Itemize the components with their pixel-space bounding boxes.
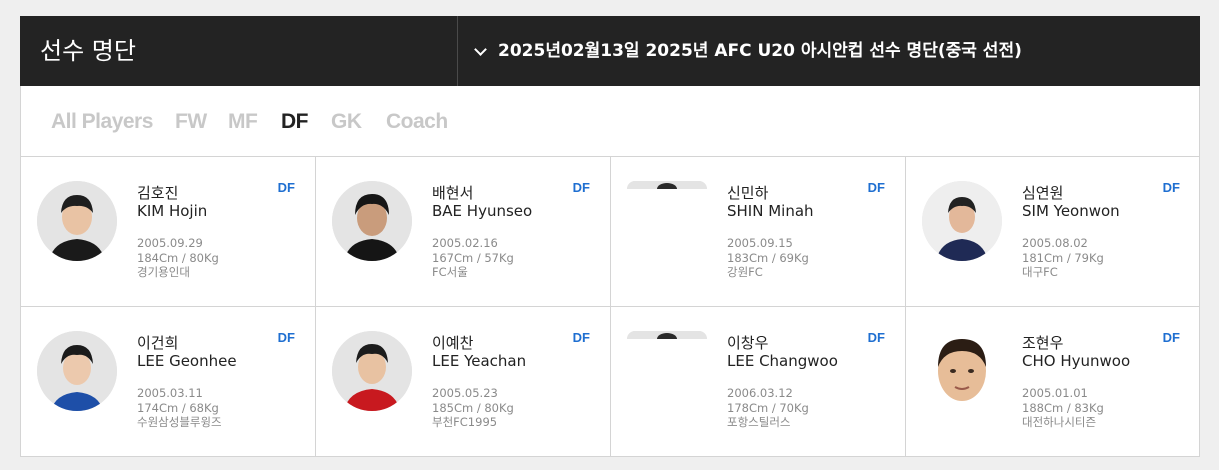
page-title: 선수 명단 xyxy=(40,37,136,65)
player-card[interactable]: DF 이창우 LEE Changwoo 2006.03.12 178Cm / 7… xyxy=(611,307,906,457)
roster-header: 선수 명단 2025년02월13일 2025년 AFC U20 아시안컵 선수 … xyxy=(20,16,1200,86)
season-select-label: 2025년02월13일 2025년 AFC U20 아시안컵 선수 명단(중국 … xyxy=(498,41,1022,61)
position-badge: DF xyxy=(277,330,295,345)
position-badge: DF xyxy=(572,180,590,195)
player-name-en: KIM Hojin xyxy=(137,202,208,220)
player-card[interactable]: DF 심연원 SIM Yeonwon 2005.08.02 181Cm / 79… xyxy=(906,157,1200,307)
player-birthdate: 2005.09.15 xyxy=(727,236,793,250)
chevron-down-icon xyxy=(474,43,487,56)
player-name-en: LEE Yeachan xyxy=(432,352,527,370)
tab-mf[interactable]: MF xyxy=(228,110,258,134)
player-team: 경기용인대 xyxy=(137,265,190,279)
player-birthdate: 2005.05.23 xyxy=(432,386,498,400)
position-badge: DF xyxy=(572,330,590,345)
player-photo xyxy=(627,181,707,189)
player-card[interactable]: DF 배현서 BAE Hyunseo 2005.02.16 167Cm / 57… xyxy=(316,157,611,307)
player-name-en: SHIN Minah xyxy=(727,202,814,220)
player-photo xyxy=(332,331,412,411)
player-grid: DF 김호진 KIM Hojin 2005.09.29 184Cm / 80Kg… xyxy=(21,157,1200,457)
player-photo xyxy=(37,181,117,261)
player-birthdate: 2005.02.16 xyxy=(432,236,498,250)
player-team: 부천FC1995 xyxy=(432,415,498,429)
player-height-weight: 174Cm / 68Kg xyxy=(137,401,219,415)
player-team: FC서울 xyxy=(432,265,468,279)
tab-all-players[interactable]: All Players xyxy=(51,110,153,134)
player-card[interactable]: DF 이예찬 LEE Yeachan 2005.05.23 185Cm / 80… xyxy=(316,307,611,457)
player-photo xyxy=(922,181,1002,261)
position-badge: DF xyxy=(1162,330,1180,345)
player-height-weight: 178Cm / 70Kg xyxy=(727,401,809,415)
position-badge: DF xyxy=(1162,180,1180,195)
player-photo xyxy=(37,331,117,411)
player-photo xyxy=(922,331,1002,411)
player-photo xyxy=(332,181,412,261)
player-height-weight: 167Cm / 57Kg xyxy=(432,251,514,265)
player-height-weight: 188Cm / 83Kg xyxy=(1022,401,1104,415)
player-name-ko: 이예찬 xyxy=(432,334,474,352)
player-name-ko: 이창우 xyxy=(727,334,769,352)
player-birthdate: 2005.09.29 xyxy=(137,236,203,250)
position-badge: DF xyxy=(867,180,885,195)
player-height-weight: 184Cm / 80Kg xyxy=(137,251,219,265)
player-photo xyxy=(627,331,707,339)
player-name-ko: 배현서 xyxy=(432,184,474,202)
player-birthdate: 2006.03.12 xyxy=(727,386,793,400)
player-card[interactable]: DF 신민하 SHIN Minah 2005.09.15 183Cm / 69K… xyxy=(611,157,906,307)
roster-panel: 선수 명단 2025년02월13일 2025년 AFC U20 아시안컵 선수 … xyxy=(20,16,1200,457)
tab-fw[interactable]: FW xyxy=(175,110,207,134)
player-team: 강원FC xyxy=(727,265,763,279)
player-name-en: BAE Hyunseo xyxy=(432,202,533,220)
player-birthdate: 2005.01.01 xyxy=(1022,386,1088,400)
tab-coach[interactable]: Coach xyxy=(386,110,448,134)
player-card[interactable]: DF 이건희 LEE Geonhee 2005.03.11 174Cm / 68… xyxy=(21,307,316,457)
player-name-en: SIM Yeonwon xyxy=(1022,202,1120,220)
position-tabs: All Players FW MF DF GK Coach xyxy=(21,86,1199,157)
player-name-ko: 조현우 xyxy=(1022,334,1064,352)
player-height-weight: 183Cm / 69Kg xyxy=(727,251,809,265)
player-name-ko: 이건희 xyxy=(137,334,179,352)
player-height-weight: 181Cm / 79Kg xyxy=(1022,251,1104,265)
tab-gk[interactable]: GK xyxy=(331,110,362,134)
player-name-ko: 김호진 xyxy=(137,184,179,202)
season-select[interactable]: 2025년02월13일 2025년 AFC U20 아시안컵 선수 명단(중국 … xyxy=(458,16,1199,86)
player-name-en: LEE Geonhee xyxy=(137,352,237,370)
player-team: 대구FC xyxy=(1022,265,1058,279)
player-card[interactable]: DF 김호진 KIM Hojin 2005.09.29 184Cm / 80Kg… xyxy=(21,157,316,307)
player-birthdate: 2005.03.11 xyxy=(137,386,203,400)
player-name-en: CHO Hyunwoo xyxy=(1022,352,1131,370)
player-card[interactable]: DF 조현우 CHO Hyunwoo 2005.01.01 188Cm / 83… xyxy=(906,307,1200,457)
player-name-ko: 심연원 xyxy=(1022,184,1064,202)
position-badge: DF xyxy=(277,180,295,195)
player-team: 대전하나시티즌 xyxy=(1022,415,1097,429)
player-height-weight: 185Cm / 80Kg xyxy=(432,401,514,415)
player-birthdate: 2005.08.02 xyxy=(1022,236,1088,250)
player-name-en: LEE Changwoo xyxy=(727,352,838,370)
player-name-ko: 신민하 xyxy=(727,184,769,202)
player-team: 수원삼성블루윙즈 xyxy=(137,415,222,429)
tab-df[interactable]: DF xyxy=(281,110,309,134)
player-team: 포항스틸러스 xyxy=(727,415,791,429)
position-badge: DF xyxy=(867,330,885,345)
